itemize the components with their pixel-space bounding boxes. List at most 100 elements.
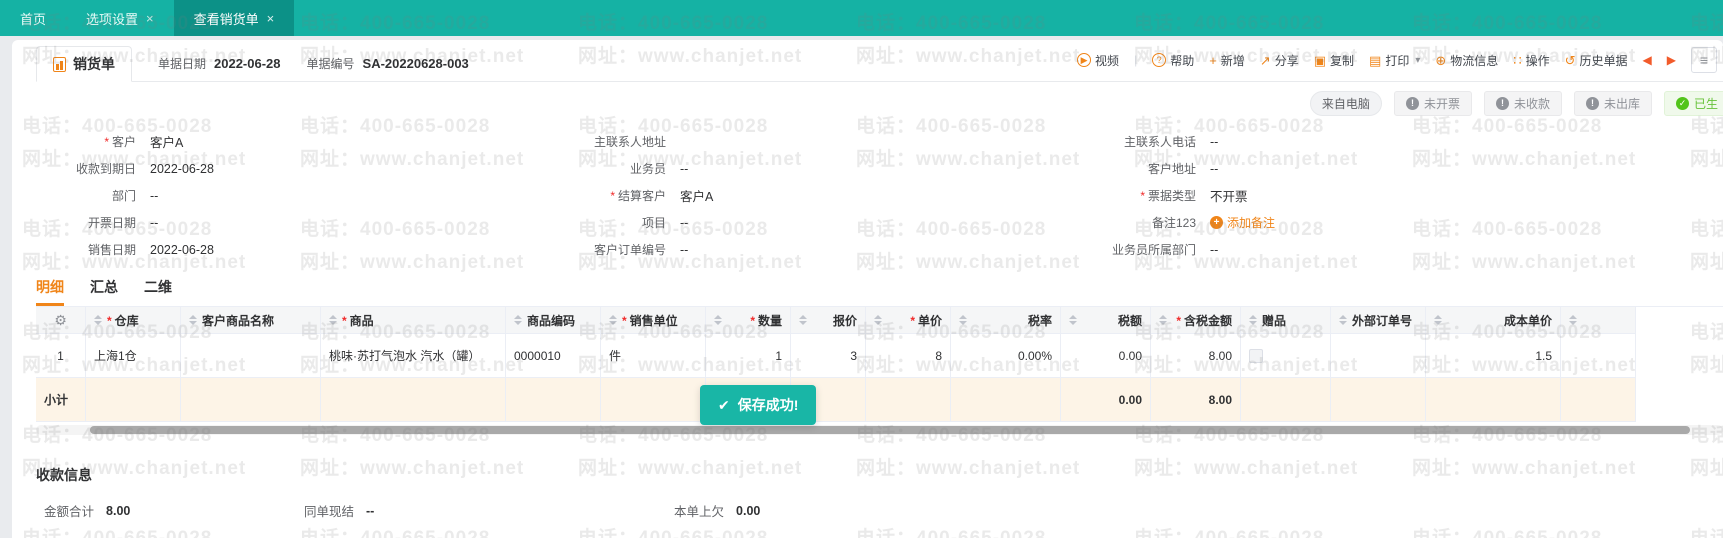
field-value[interactable]: 2022-06-28	[150, 162, 214, 176]
sort-icon[interactable]	[609, 315, 617, 325]
sort-icon[interactable]	[959, 315, 967, 325]
sort-icon[interactable]	[1069, 315, 1077, 325]
sort-icon[interactable]	[874, 315, 882, 325]
column-header-label: 商品编码	[527, 313, 576, 328]
field-value[interactable]: --	[680, 243, 688, 257]
next-arrow-icon[interactable]: ▶	[1667, 53, 1676, 67]
column-header-label: 报价	[832, 313, 857, 328]
toolbar-plus-button[interactable]: + 新增	[1209, 52, 1245, 69]
field-value[interactable]: 客户A	[150, 132, 183, 151]
toolbar-grid-button[interactable]: ∷ 操作	[1513, 52, 1549, 69]
table-cell[interactable]: 8.00	[1151, 334, 1241, 378]
sort-icon[interactable]	[1159, 315, 1167, 325]
field-value[interactable]: --	[1210, 135, 1218, 149]
info-icon: !	[1405, 96, 1419, 110]
required-star: *	[610, 189, 615, 203]
tab-明细[interactable]: 明细	[36, 277, 64, 306]
doc-type-tab[interactable]: 销货单	[36, 46, 132, 82]
doc-number-value: SA-20220628-003	[362, 56, 469, 71]
toolbar-print-button[interactable]: ▤ 打印 ▾	[1369, 52, 1420, 69]
close-icon[interactable]: ×	[146, 11, 154, 26]
column-header: 外部订单号	[1331, 307, 1426, 334]
sort-icon[interactable]	[94, 315, 102, 325]
gear-icon[interactable]: ⚙	[54, 312, 67, 329]
field-value[interactable]: --	[150, 189, 158, 203]
toolbar-copy-button[interactable]: ▣ 复制	[1314, 52, 1354, 69]
doc-date-label: 单据日期	[158, 57, 207, 71]
print-icon: ▤	[1369, 52, 1382, 68]
menu-icon[interactable]: ≡	[1691, 47, 1717, 73]
horizontal-scrollbar[interactable]	[36, 425, 1723, 435]
toolbar-video-button[interactable]: ▶ 视频	[1077, 52, 1119, 69]
sort-icon[interactable]	[1569, 315, 1577, 325]
field-value[interactable]: --	[1210, 162, 1218, 176]
browser-tab-1[interactable]: 选项设置 ×	[66, 0, 174, 36]
table-cell[interactable]: 3	[791, 334, 866, 378]
add-remark-link[interactable]: + 添加备注	[1210, 214, 1275, 231]
table-cell[interactable]: 0.00	[1061, 334, 1151, 378]
sort-icon[interactable]	[514, 315, 522, 325]
form-field: * 客户 客户A	[36, 128, 516, 155]
toolbar-help-button[interactable]: ? 帮助	[1152, 52, 1194, 69]
field-value[interactable]: 客户A	[680, 186, 713, 205]
sort-icon[interactable]	[189, 315, 197, 325]
table-cell[interactable]	[1241, 334, 1331, 378]
sort-icon[interactable]	[714, 315, 722, 325]
table-cell[interactable]: 8	[866, 334, 951, 378]
column-header-label: 外部订单号	[1352, 313, 1413, 328]
field-value[interactable]: --	[680, 216, 688, 230]
prev-arrow-icon[interactable]: ◀	[1643, 53, 1652, 67]
table-cell[interactable]: 1	[706, 334, 791, 378]
table-cell[interactable]: 1.5	[1426, 334, 1561, 378]
tab-二维[interactable]: 二维	[144, 277, 172, 303]
doc-number-field: 单据编号 SA-20220628-003	[307, 55, 469, 81]
table-cell[interactable]: 上海1仓	[86, 334, 181, 378]
field-value[interactable]: --	[150, 216, 158, 230]
chevron-down-icon: ▾	[1415, 54, 1421, 66]
field-value[interactable]: 不开票	[1210, 186, 1248, 205]
sort-icon[interactable]	[1339, 315, 1347, 325]
tab-汇总[interactable]: 汇总	[90, 277, 118, 303]
table-cell[interactable]	[181, 334, 321, 378]
subtotal-cell	[1426, 378, 1561, 422]
toolbar: ▶ 视频 |? 帮助 + 新增 ↗ 分享 ▣ 复制 ▤ 打印 ▾ ⊕ 物流信息 ∷ 操作 ↺ 历史单据 ◀ ▶ ≡	[1077, 47, 1717, 81]
browser-tab-label: 首页	[20, 11, 47, 27]
cell-value: 上海1仓	[94, 349, 137, 363]
sort-icon[interactable]	[799, 315, 807, 325]
table-cell[interactable]: 桃味·苏打气泡水 汽水（罐）	[321, 334, 506, 378]
toolbar-share-button[interactable]: ↗ 分享	[1260, 52, 1299, 69]
field-value[interactable]: 2022-06-28	[150, 243, 214, 257]
subtotal-total-value: 8.00	[1208, 392, 1232, 407]
sort-icon[interactable]	[1249, 315, 1257, 325]
required-star: *	[622, 313, 627, 328]
sort-icon[interactable]	[1434, 315, 1442, 325]
field-label: 客户地址	[1147, 162, 1196, 176]
table-cell[interactable]: 件	[601, 334, 706, 378]
gift-checkbox[interactable]	[1249, 348, 1263, 363]
table-cell[interactable]: 0.00%	[951, 334, 1061, 378]
cell-value: 0.00	[1118, 348, 1142, 363]
toolbar-logistics-button[interactable]: ⊕ 物流信息	[1435, 52, 1498, 69]
cell-value: 件	[609, 349, 622, 363]
toolbar-history-button[interactable]: ↺ 历史单据	[1565, 52, 1628, 69]
table-cell[interactable]	[1561, 334, 1636, 378]
form-field: * 票据类型 不开票	[1046, 182, 1723, 209]
field-value[interactable]: --	[1210, 243, 1218, 257]
column-header	[1561, 307, 1636, 334]
payment-field: 金额合计 8.00	[44, 501, 304, 520]
close-icon[interactable]: ×	[267, 11, 275, 26]
check-icon: ✔	[718, 396, 730, 413]
field-value[interactable]: --	[680, 162, 688, 176]
sort-desc-icon	[189, 321, 197, 325]
column-header[interactable]: ⚙	[36, 307, 86, 334]
table-cell[interactable]: 0000010	[506, 334, 601, 378]
scrollbar-thumb[interactable]	[90, 426, 1690, 434]
browser-tab-0[interactable]: 首页	[0, 0, 66, 36]
browser-tab-2[interactable]: 查看销货单 ×	[173, 0, 295, 36]
sort-asc-icon	[1249, 315, 1257, 319]
sort-icon[interactable]	[329, 315, 337, 325]
table-row: 1 上海1仓 桃味·苏打气泡水 汽水（罐） 0000010 件 1 3 8 0.00% 0.00 8…	[36, 334, 1723, 378]
table-cell[interactable]: 1	[36, 334, 86, 378]
table-cell[interactable]	[1331, 334, 1426, 378]
form-field: 主联系人地址	[516, 128, 1046, 155]
